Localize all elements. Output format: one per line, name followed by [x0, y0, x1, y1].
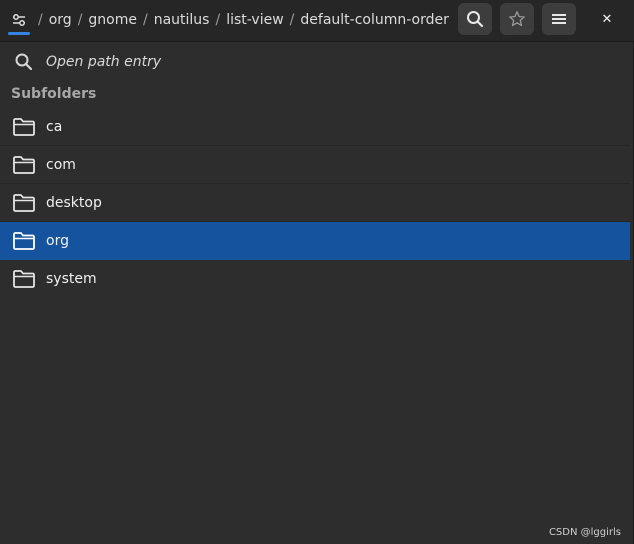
folder-row-ca[interactable]: ca — [0, 108, 630, 146]
folder-icon — [13, 270, 35, 288]
watermark: CSDN @lggirls — [548, 527, 621, 538]
folder-row-system[interactable]: system — [0, 260, 630, 298]
breadcrumb-gnome[interactable]: gnome — [88, 12, 137, 28]
path-bar: / org / gnome / nautilus / list-view / d… — [6, 4, 449, 36]
path-separator: / — [38, 12, 43, 28]
open-path-entry-row[interactable]: Open path entry — [0, 42, 630, 82]
folder-row-org[interactable]: org — [0, 222, 630, 260]
close-icon: ✕ — [601, 11, 613, 27]
folder-label: system — [46, 271, 97, 287]
dconf-editor-window: / org / gnome / nautilus / list-view / d… — [0, 0, 634, 544]
folder-label: org — [46, 232, 69, 249]
root-path-button[interactable] — [6, 4, 32, 36]
breadcrumb-default-column-order[interactable]: default-column-order — [300, 12, 449, 28]
folder-label: com — [46, 156, 76, 173]
subfolder-list: ca com desktop org system — [0, 108, 630, 298]
breadcrumb-org[interactable]: org — [49, 12, 72, 28]
folder-row-desktop[interactable]: desktop — [0, 184, 630, 222]
path-separator: / — [289, 12, 295, 28]
path-separator: / — [77, 12, 83, 28]
folder-icon — [13, 155, 35, 174]
search-icon — [15, 53, 33, 71]
open-path-entry-label: Open path entry — [46, 54, 162, 70]
main-menu-button[interactable] — [542, 3, 576, 35]
star-icon — [509, 11, 525, 27]
search-button[interactable] — [458, 3, 492, 35]
folder-icon — [13, 193, 35, 212]
breadcrumb-list-view[interactable]: list-view — [226, 12, 283, 28]
folder-label: desktop — [46, 194, 102, 211]
hamburger-menu-icon — [552, 14, 566, 24]
folder-icon — [13, 117, 35, 136]
path-separator: / — [215, 12, 221, 28]
path-separator: / — [142, 12, 148, 28]
bookmark-button[interactable] — [500, 3, 534, 35]
folder-row-com[interactable]: com — [0, 146, 630, 184]
close-button[interactable]: ✕ — [590, 3, 624, 35]
search-icon — [467, 11, 484, 28]
folder-icon — [13, 231, 35, 250]
breadcrumb-nautilus[interactable]: nautilus — [154, 12, 210, 28]
headerbar: / org / gnome / nautilus / list-view / d… — [0, 0, 634, 42]
settings-sliders-icon — [13, 14, 25, 26]
folder-label: ca — [46, 118, 63, 135]
subfolders-heading: Subfolders — [11, 86, 97, 102]
